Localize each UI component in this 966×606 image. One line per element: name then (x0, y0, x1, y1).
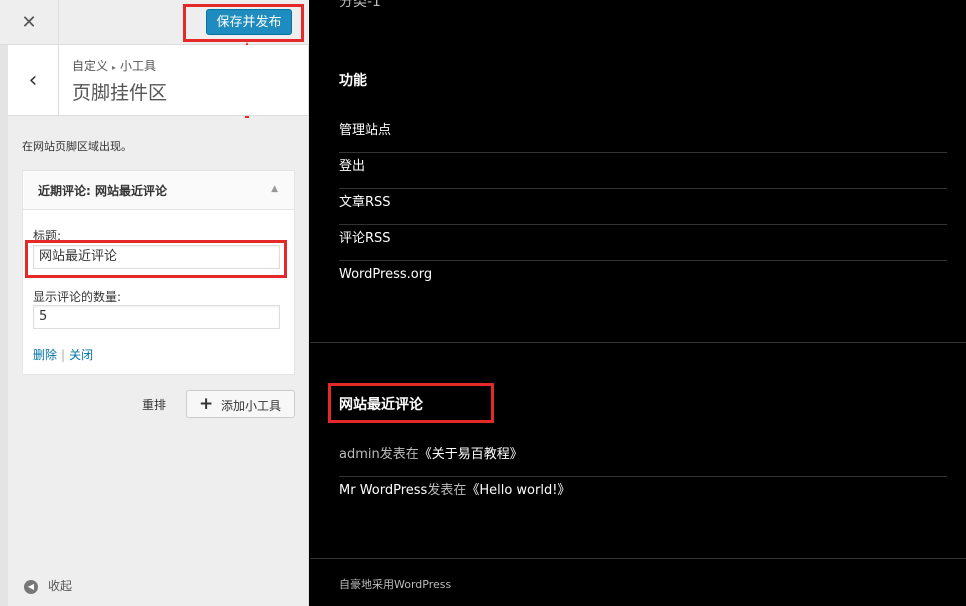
widget-header[interactable]: 近期评论: 网站最近评论 ▲ (23, 171, 294, 210)
widget-actions: 删除 | 关闭 (33, 346, 93, 363)
breadcrumb-root: 自定义 (72, 59, 109, 73)
close-link[interactable]: 关闭 (69, 348, 93, 362)
highlight-box-title-input (25, 240, 287, 278)
customizer-sidebar: ✕ 保存并发布 ‹ 自定义 ▸ 小工具 页脚挂件区 在网站页脚区域出现。 近期评论:… (0, 0, 309, 606)
comment-author[interactable]: Mr WordPress (339, 483, 427, 498)
collapse-sidebar-button[interactable]: ◀ 收起 (24, 577, 72, 594)
comment-author: admin (339, 447, 380, 462)
breadcrumb-current: 小工具 (120, 59, 157, 73)
plus-icon: + (199, 394, 214, 414)
comment-post-link[interactable]: 《Hello world!》 (466, 483, 570, 498)
meta-item-wordpress-org[interactable]: WordPress.org (339, 261, 947, 297)
category-link[interactable]: 分类-1 (339, 0, 381, 11)
add-widget-label: 添加小工具 (221, 399, 282, 413)
comment-item: Mr WordPress发表在《Hello world!》 (339, 477, 947, 513)
close-icon[interactable]: ✕ (0, 0, 59, 44)
add-widget-button[interactable]: + 添加小工具 (186, 390, 295, 418)
comment-item: admin发表在《关于易百教程》 (339, 441, 947, 477)
widget-type: 近期评论 (38, 184, 87, 198)
meta-item-comments-rss[interactable]: 评论RSS (339, 225, 947, 261)
meta-item-admin[interactable]: 管理站点 (339, 117, 947, 153)
collapse-label: 收起 (48, 579, 73, 593)
footer-credit[interactable]: 自豪地采用WordPress (339, 576, 451, 592)
collapse-arrow-icon[interactable]: ▲ (271, 184, 278, 194)
section-title: 页脚挂件区 (72, 82, 168, 104)
section-description: 在网站页脚区域出现。 (22, 140, 132, 153)
back-icon[interactable]: ‹ (8, 45, 59, 115)
section-header: ‹ 自定义 ▸ 小工具 页脚挂件区 (8, 45, 308, 116)
widget-divider (310, 342, 966, 343)
link-separator: | (61, 348, 66, 362)
sidebar-edge (0, 45, 8, 606)
collapse-icon: ◀ (24, 579, 38, 594)
delete-link[interactable]: 删除 (33, 348, 57, 362)
meta-item-entries-rss[interactable]: 文章RSS (339, 189, 947, 225)
comment-on-text: 发表在 (427, 483, 467, 498)
highlight-box-recent-heading (328, 383, 494, 423)
reorder-link[interactable]: 重排 (142, 396, 166, 413)
comment-on-text: 发表在 (379, 447, 419, 462)
widget-title: 近期评论: 网站最近评论 (38, 182, 167, 199)
highlight-box-publish (183, 4, 304, 42)
meta-heading: 功能 (339, 73, 367, 89)
footer-divider (310, 558, 966, 559)
meta-item-logout[interactable]: 登出 (339, 153, 947, 189)
comment-post-link[interactable]: 《关于易百教程》 (419, 447, 523, 462)
count-label: 显示评论的数量: (33, 290, 122, 304)
widget-instance-title: : 网站最近评论 (86, 184, 167, 198)
breadcrumb: 自定义 ▸ 小工具 (72, 57, 156, 74)
count-input[interactable]: 5 (33, 305, 280, 329)
breadcrumb-separator-icon: ▸ (112, 63, 117, 72)
site-preview: 分类-1 功能 管理站点 登出 文章RSS 评论RSS WordPress.or… (310, 0, 966, 606)
